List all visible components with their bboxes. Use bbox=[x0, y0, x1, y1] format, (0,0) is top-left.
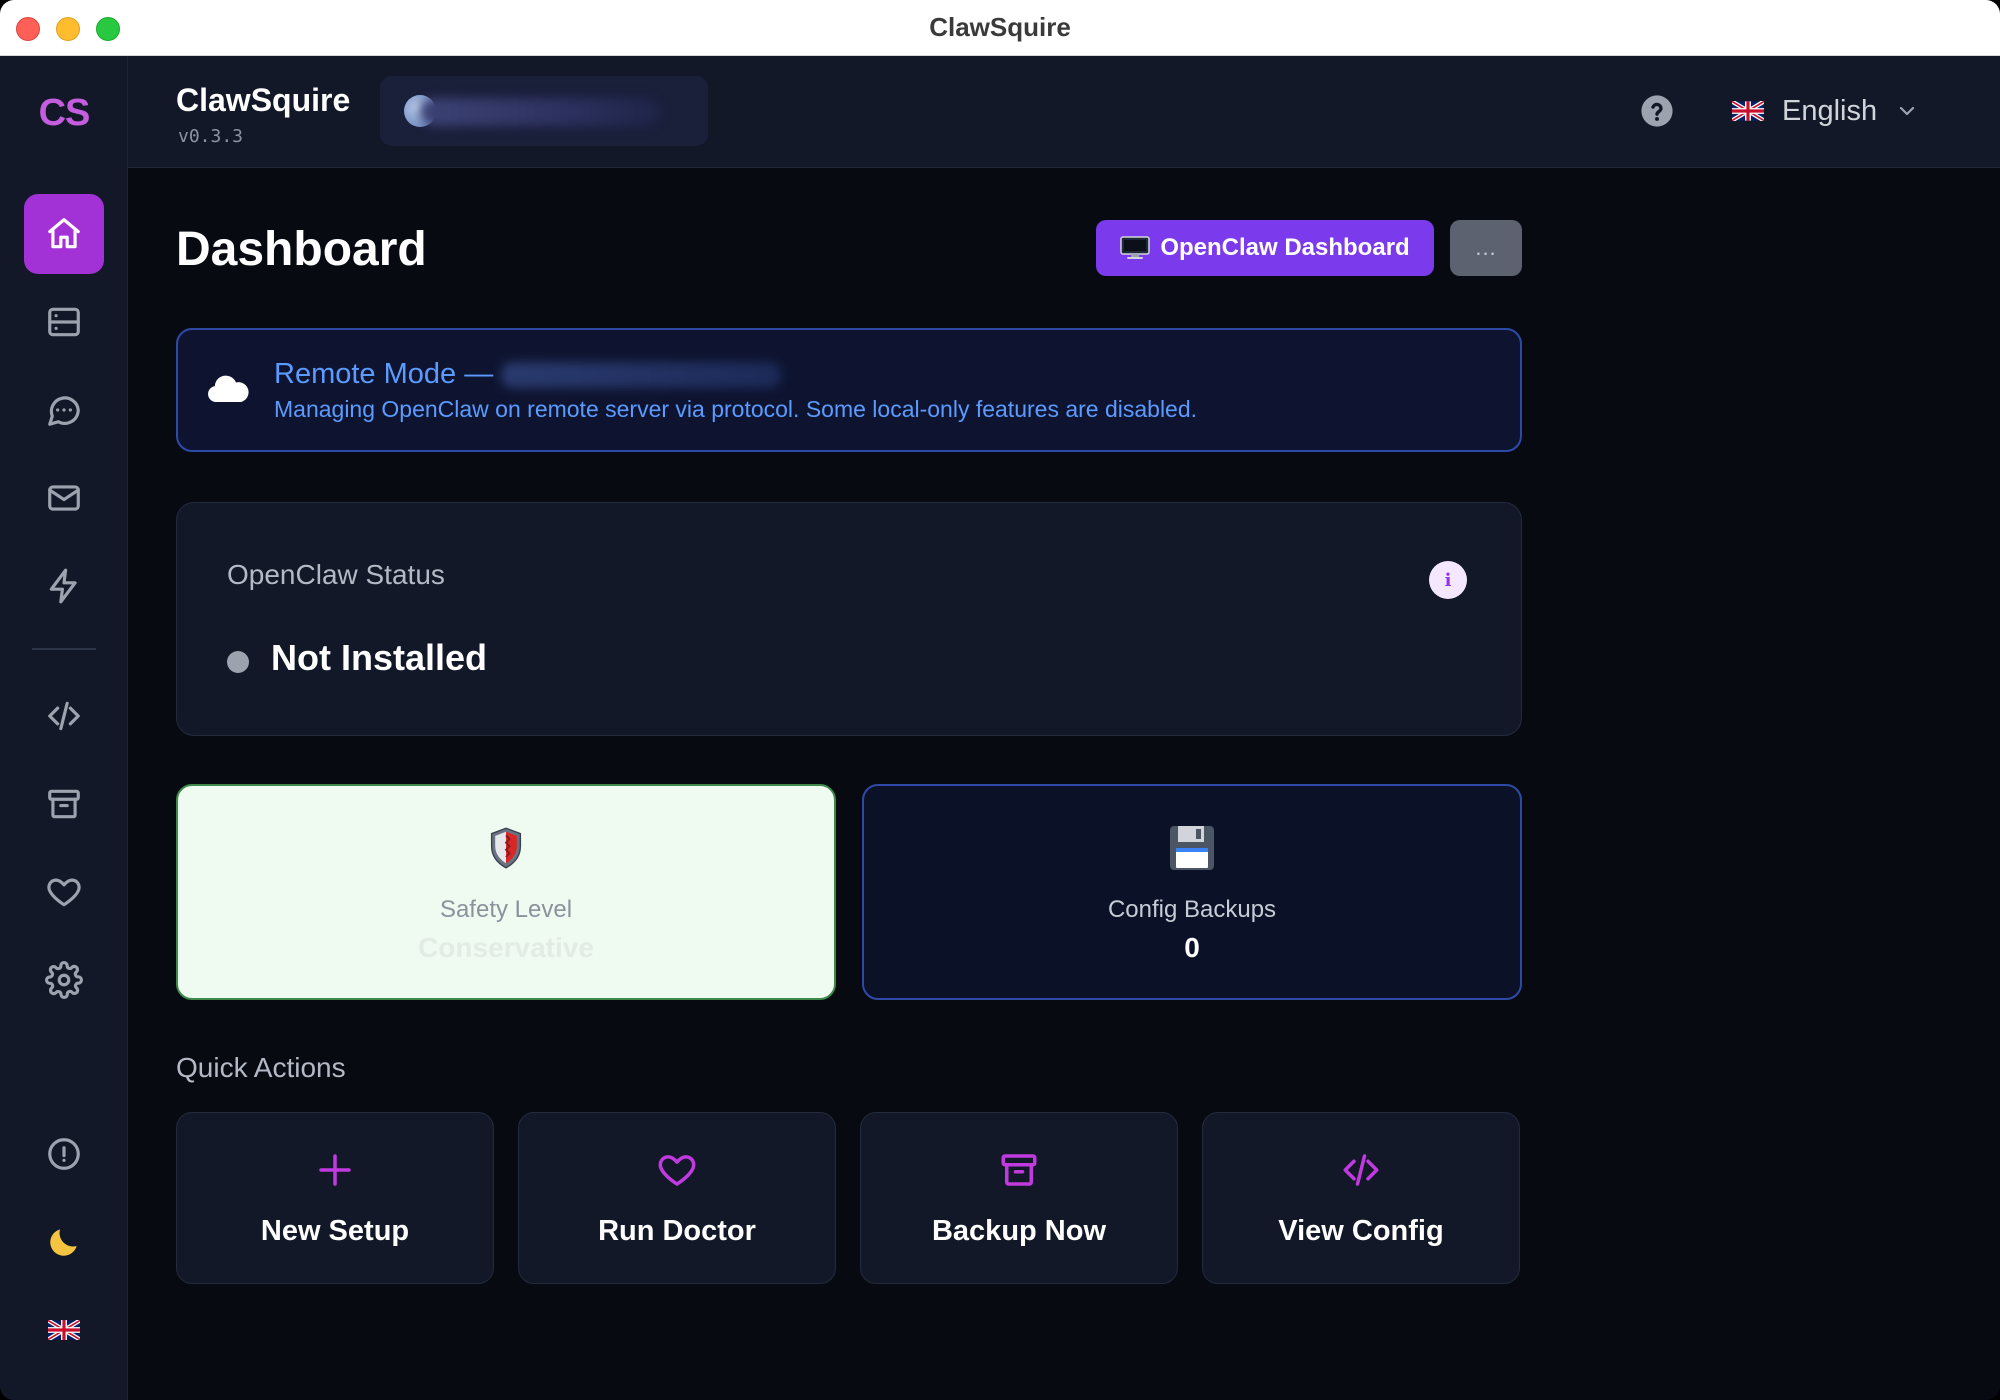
nav-config[interactable] bbox=[24, 676, 104, 756]
info-icon[interactable]: i bbox=[1429, 561, 1467, 599]
openclaw-dashboard-label: OpenClaw Dashboard bbox=[1160, 234, 1410, 261]
plus-icon bbox=[319, 1154, 351, 1186]
heart-icon bbox=[658, 1155, 696, 1186]
title-bar: ClawSquire bbox=[0, 0, 2000, 56]
run-doctor-button[interactable]: Run Doctor bbox=[518, 1112, 836, 1284]
uk-flag-icon bbox=[1732, 101, 1764, 121]
chevron-down-icon bbox=[1900, 106, 1915, 116]
alert-circle-icon bbox=[48, 1138, 80, 1170]
bolt-icon bbox=[49, 568, 77, 604]
app-window: ClawSquire CS ClawSquire v0.3.3 English … bbox=[0, 0, 2000, 1400]
code-icon bbox=[1343, 1154, 1379, 1186]
nav-mail[interactable] bbox=[24, 458, 104, 538]
app-version: v0.3.3 bbox=[178, 126, 244, 147]
nav-chat[interactable] bbox=[24, 370, 104, 450]
question-circle-icon[interactable] bbox=[1640, 94, 1674, 128]
safety-level-card[interactable]: Safety Level Conservative bbox=[176, 784, 836, 1000]
cloud-icon bbox=[208, 375, 249, 402]
status-indicator-dot bbox=[227, 651, 249, 673]
home-icon bbox=[48, 218, 80, 249]
uk-flag-icon bbox=[48, 1320, 80, 1340]
config-backups-label: Config Backups bbox=[1107, 896, 1277, 923]
backup-now-button[interactable]: Backup Now bbox=[860, 1112, 1178, 1284]
nav-settings[interactable] bbox=[24, 940, 104, 1020]
server-icon bbox=[48, 307, 80, 337]
theme-toggle[interactable] bbox=[24, 1202, 104, 1282]
more-options-button[interactable]: ... bbox=[1450, 220, 1522, 276]
archive-icon bbox=[48, 789, 80, 819]
safety-level-label: Safety Level bbox=[439, 896, 573, 923]
floppy-disk-icon bbox=[1170, 826, 1214, 870]
nav-doctor[interactable] bbox=[24, 852, 104, 932]
new-setup-button[interactable]: New Setup bbox=[176, 1112, 494, 1284]
view-config-button[interactable]: View Config bbox=[1202, 1112, 1520, 1284]
nav-actions[interactable] bbox=[24, 546, 104, 626]
remote-mode-banner: Remote Mode — Managing OpenClaw on remot… bbox=[176, 328, 1522, 452]
config-backups-value: 0 bbox=[1184, 932, 1200, 963]
status-label: OpenClaw Status bbox=[227, 559, 445, 590]
quick-actions-title: Quick Actions bbox=[176, 1052, 346, 1083]
nav-backups[interactable] bbox=[24, 764, 104, 844]
config-backups-card[interactable]: Config Backups 0 bbox=[862, 784, 1522, 1000]
top-header: ClawSquire v0.3.3 English bbox=[128, 56, 2000, 168]
shield-icon bbox=[490, 827, 522, 869]
view-config-label: View Config bbox=[1278, 1215, 1444, 1247]
redacted-remote-host bbox=[501, 361, 782, 388]
remote-mode-title: Remote Mode — bbox=[274, 358, 494, 390]
language-selector[interactable]: English bbox=[1732, 86, 1919, 136]
status-value: Not Installed bbox=[271, 637, 488, 678]
sidebar: CS bbox=[0, 56, 128, 1400]
main-content: Dashboard OpenClaw Dashboard ... Remote … bbox=[128, 168, 2000, 1400]
backup-now-label: Backup Now bbox=[931, 1215, 1107, 1247]
heart-icon bbox=[47, 878, 81, 907]
chat-icon bbox=[48, 396, 80, 426]
gear-icon bbox=[45, 961, 83, 999]
remote-mode-description: Managing OpenClaw on remote server via p… bbox=[274, 396, 1198, 422]
safety-level-value: Conservative bbox=[418, 932, 594, 963]
openclaw-status-card: OpenClaw Status i Not Installed bbox=[176, 502, 1522, 736]
code-icon bbox=[48, 701, 80, 731]
monitor-icon bbox=[1120, 236, 1151, 259]
nav-servers[interactable] bbox=[24, 282, 104, 362]
moon-icon bbox=[50, 1229, 77, 1256]
nav-about[interactable] bbox=[24, 1114, 104, 1194]
language-flag-button[interactable] bbox=[24, 1290, 104, 1370]
sidebar-divider bbox=[32, 648, 96, 650]
window-title: ClawSquire bbox=[929, 12, 1071, 42]
new-setup-label: New Setup bbox=[260, 1215, 410, 1247]
app-logo[interactable]: CS bbox=[0, 92, 128, 135]
language-label: English bbox=[1782, 94, 1878, 127]
redacted-server-address bbox=[420, 98, 660, 126]
server-selector[interactable] bbox=[380, 76, 708, 146]
mail-icon bbox=[48, 485, 80, 511]
run-doctor-label: Run Doctor bbox=[598, 1215, 756, 1247]
app-name: ClawSquire bbox=[176, 82, 351, 118]
page-title: Dashboard bbox=[176, 223, 427, 276]
openclaw-dashboard-button[interactable]: OpenClaw Dashboard bbox=[1096, 220, 1434, 276]
nav-home[interactable] bbox=[24, 194, 104, 274]
archive-icon bbox=[1001, 1154, 1037, 1186]
